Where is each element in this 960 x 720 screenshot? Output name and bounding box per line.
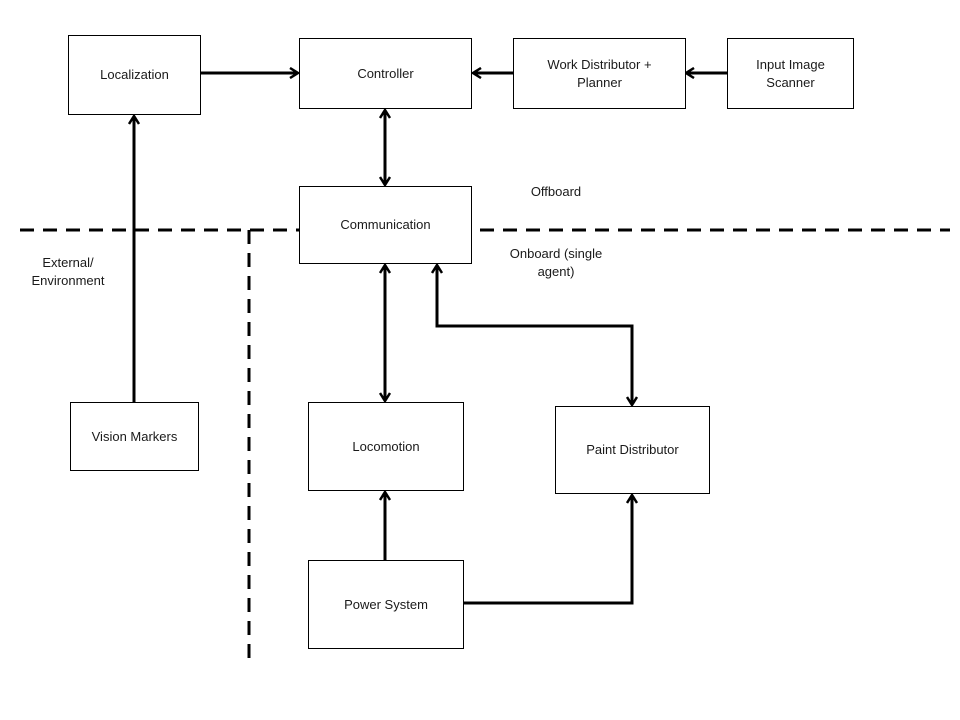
block-localization: Localization bbox=[68, 35, 201, 115]
block-paint-distributor: Paint Distributor bbox=[555, 406, 710, 494]
block-communication-label: Communication bbox=[340, 217, 431, 233]
block-input-image-scanner: Input Image Scanner bbox=[727, 38, 854, 109]
arrow-communication-paint bbox=[437, 265, 632, 405]
block-controller: Controller bbox=[299, 38, 472, 109]
block-locomotion-label: Locomotion bbox=[352, 438, 420, 454]
block-localization-label: Localization bbox=[100, 67, 169, 83]
block-paint-distributor-label: Paint Distributor bbox=[586, 442, 679, 458]
region-label-offboard: Offboard bbox=[530, 184, 582, 199]
block-vision-markers-label: Vision Markers bbox=[91, 428, 178, 444]
block-power-system-label: Power System bbox=[344, 596, 428, 612]
block-power-system: Power System bbox=[308, 560, 464, 649]
block-communication: Communication bbox=[299, 186, 472, 264]
arrow-power-to-paint bbox=[464, 495, 632, 605]
block-locomotion: Locomotion bbox=[308, 402, 464, 491]
block-input-image-scanner-label: Input Image Scanner bbox=[756, 56, 825, 90]
block-vision-markers: Vision Markers bbox=[70, 402, 199, 471]
block-work-distributor-label: Work Distributor + Planner bbox=[547, 56, 652, 90]
block-work-distributor: Work Distributor + Planner bbox=[513, 38, 686, 109]
region-label-external: External/ Environment bbox=[31, 255, 105, 288]
region-label-onboard: Onboard (single agent) bbox=[509, 246, 603, 279]
block-controller-label: Controller bbox=[357, 65, 414, 81]
